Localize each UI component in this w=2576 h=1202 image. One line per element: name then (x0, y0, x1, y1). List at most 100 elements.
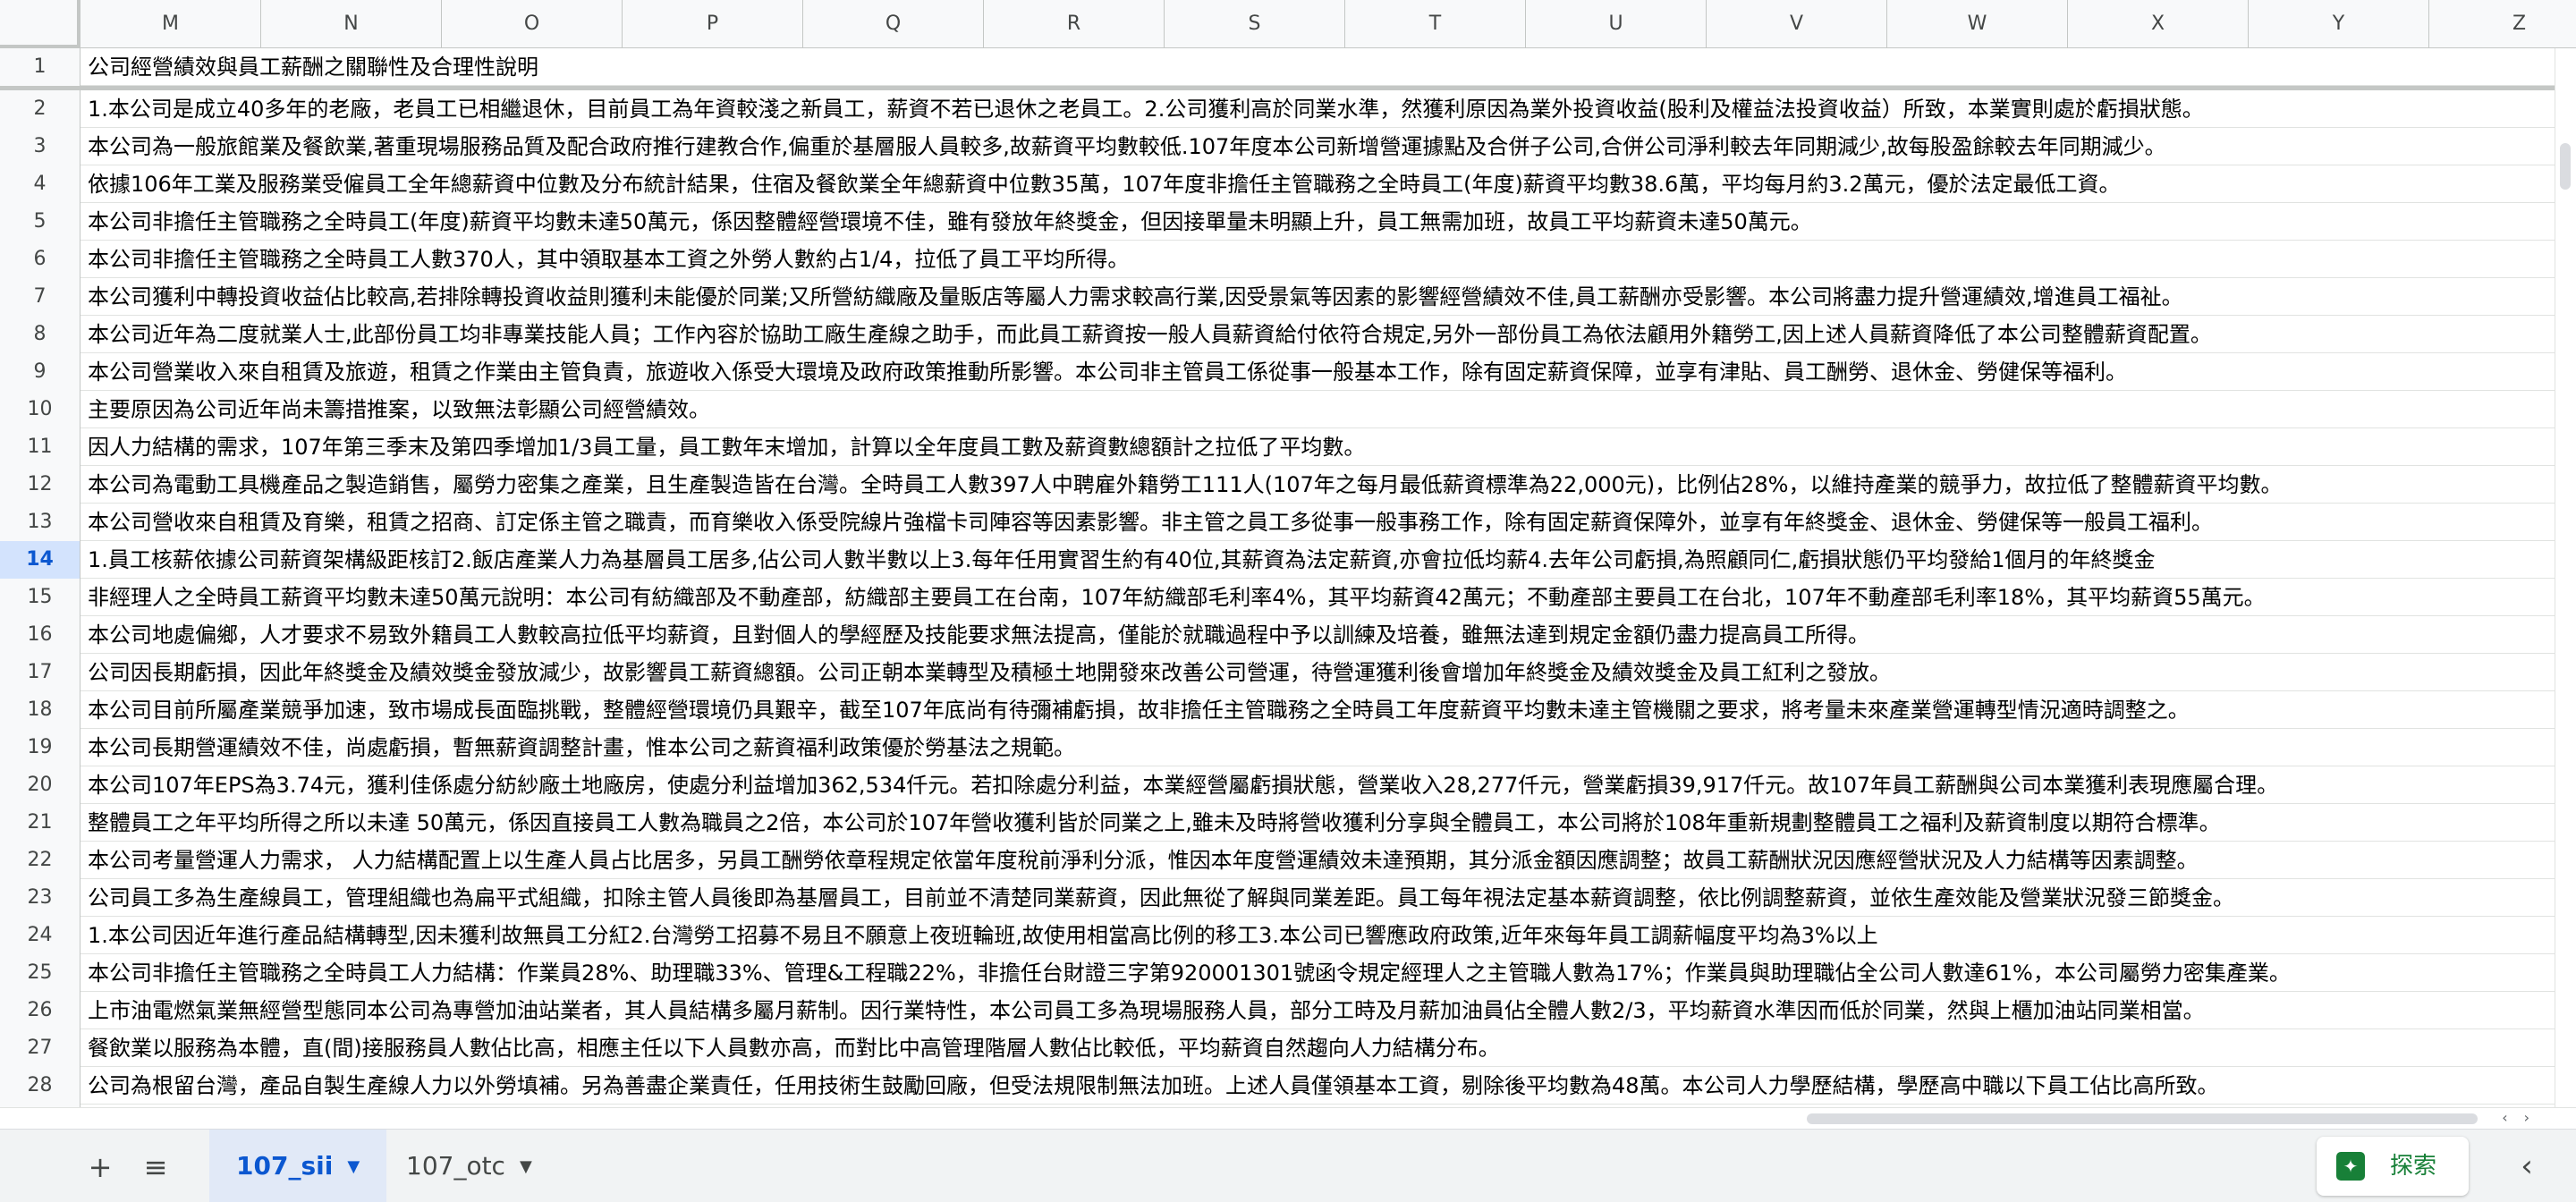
cell-m[interactable]: 本公司營業收入來自租賃及旅遊，租賃之作業由主管負責，旅遊收入係受大環境及政府政策… (88, 353, 2127, 391)
column-header-z[interactable]: Z (2429, 0, 2576, 48)
collapse-side-panel-button[interactable]: ‹ (2504, 1144, 2549, 1189)
table-row[interactable]: 6 本公司非擔任主管職務之全時員工人數370人，其中領取基本工資之外勞人數約占1/… (0, 241, 2576, 278)
vertical-scroll-thumb[interactable] (2560, 143, 2571, 190)
column-header-n[interactable]: N (261, 0, 442, 48)
table-row[interactable]: 2 1.本公司是成立40多年的老廠，老員工已相繼退休，目前員工為年資較淺之新員工，… (0, 90, 2576, 128)
cell-m[interactable]: 本公司為電動工具機產品之製造銷售，屬勞力密集之產業，且生產製造皆在台灣。全時員工… (88, 466, 2282, 504)
table-row[interactable]: 24 1.本公司因近年進行產品結構轉型,因未獲利故無員工分紅2.台灣勞工招募不易且… (0, 917, 2576, 954)
cell-m[interactable]: 上市油電燃氣業無經營型態同本公司為專營加油站業者，其人員結構多屬月薪制。因行業特… (88, 992, 2205, 1029)
table-row[interactable]: 14 1.員工核薪依據公司薪資架構級距核訂2.飯店產業人力為基層員工居多,佔公司人… (0, 541, 2576, 579)
sheet-tab-107-otc[interactable]: 107_otc ▼ (379, 1130, 559, 1202)
row-number[interactable]: 2 (0, 90, 80, 128)
table-row[interactable]: 21 整體員工之年平均所得之所以未達 50萬元，係因直接員工人數為職員之2倍，本公… (0, 804, 2576, 842)
column-header-r[interactable]: R (984, 0, 1165, 48)
row-number[interactable]: 11 (0, 428, 80, 466)
row-number[interactable]: 15 (0, 579, 80, 616)
vertical-scrollbar[interactable] (2555, 48, 2576, 1113)
horizontal-scrollbar[interactable] (0, 1107, 2576, 1129)
table-row[interactable]: 17 公司因長期虧損，因此年終獎金及績效獎金發放減少，故影響員工薪資總額。公司正朝… (0, 654, 2576, 691)
row-number[interactable]: 3 (0, 128, 80, 165)
row-number[interactable]: 16 (0, 616, 80, 654)
row-number[interactable]: 17 (0, 654, 80, 691)
table-row[interactable]: 4 依據106年工業及服務業受僱員工全年總薪資中位數及分布統計結果，住宿及餐飲業全… (0, 165, 2576, 203)
table-row[interactable]: 19 本公司長期營運績效不佳，尚處虧損，暫無薪資調整計畫，惟本公司之薪資福利政策優… (0, 729, 2576, 766)
table-row[interactable]: 15 非經理人之全時員工薪資平均數未達50萬元說明：本公司有紡織部及不動產部，紡織… (0, 579, 2576, 616)
cell-m[interactable]: 非經理人之全時員工薪資平均數未達50萬元說明：本公司有紡織部及不動產部，紡織部主… (88, 579, 2266, 616)
cell-m[interactable]: 本公司目前所屬產業競爭加速，致市場成長面臨挑戰，整體經營環境仍具艱辛，截至107… (88, 691, 2190, 729)
cell-m[interactable]: 本公司獲利中轉投資收益佔比較高,若排除轉投資收益則獲利未能優於同業;又所營紡織廠… (88, 278, 2183, 316)
row-number[interactable]: 5 (0, 203, 80, 241)
column-header-u[interactable]: U (1526, 0, 1707, 48)
cell-m[interactable]: 公司經營績效與員工薪酬之關聯性及合理性說明 (88, 48, 538, 86)
cell-m[interactable]: 本公司長期營運績效不佳，尚處虧損，暫無薪資調整計畫，惟本公司之薪資福利政策優於勞… (88, 729, 1075, 766)
table-row[interactable]: 26 上市油電燃氣業無經營型態同本公司為專營加油站業者，其人員結構多屬月薪制。因行… (0, 992, 2576, 1029)
table-row[interactable]: 18 本公司目前所屬產業競爭加速，致市場成長面臨挑戰，整體經營環境仍具艱辛，截至1… (0, 691, 2576, 729)
row-number[interactable]: 14 (0, 541, 80, 579)
cell-m[interactable]: 本公司近年為二度就業人士,此部份員工均非專業技能人員；工作內容於協助工廠生產線之… (88, 316, 2212, 353)
cell-m[interactable]: 本公司非擔任主管職務之全時員工人力結構：作業員28%、助理職33%、管理&工程職… (88, 954, 2291, 992)
table-row[interactable]: 11 因人力結構的需求，107年第三季末及第四季增加1/3員工量，員工數年末增加，… (0, 428, 2576, 466)
horizontal-scroll-thumb[interactable] (1807, 1113, 2478, 1124)
row-number[interactable]: 9 (0, 353, 80, 391)
table-row[interactable]: 28 公司為根留台灣，產品自製生產線人力以外勞填補。另為善盡企業責任，任用技術生鼓… (0, 1067, 2576, 1105)
scroll-arrows[interactable]: ‹› (2502, 1109, 2546, 1126)
scroll-left-icon[interactable]: ‹ (2502, 1109, 2523, 1126)
column-header-w[interactable]: W (1887, 0, 2068, 48)
row-number[interactable]: 13 (0, 504, 80, 541)
cell-m[interactable]: 主要原因為公司近年尚未籌措推案，以致無法彰顯公司經營績效。 (88, 391, 710, 428)
table-row[interactable]: 10 主要原因為公司近年尚未籌措推案，以致無法彰顯公司經營績效。 (0, 391, 2576, 428)
table-row[interactable]: 22 本公司考量營運人力需求， 人力結構配置上以生產人員占比居多，另員工酬勞依章程… (0, 842, 2576, 879)
spreadsheet-grid[interactable]: MNOPQRSTUVWXYZ 1 公司經營績效與員工薪酬之關聯性及合理性說明 2 1.… (0, 0, 2576, 1129)
scroll-right-icon[interactable]: › (2524, 1109, 2546, 1126)
row-number[interactable]: 27 (0, 1029, 80, 1067)
table-row[interactable]: 23 公司員工多為生產線員工，管理組織也為扁平式組織，扣除主管人員後即為基層員工，… (0, 879, 2576, 917)
cell-m[interactable]: 公司因長期虧損，因此年終獎金及績效獎金發放減少，故影響員工薪資總額。公司正朝本業… (88, 654, 1891, 691)
row-number[interactable]: 21 (0, 804, 80, 842)
cell-m[interactable]: 本公司為一般旅館業及餐飲業,著重現場服務品質及配合政府推行建教合作,偏重於基層服… (88, 128, 2166, 165)
chevron-down-icon[interactable]: ▼ (520, 1130, 532, 1202)
cell-m[interactable]: 公司為根留台灣，產品自製生產線人力以外勞填補。另為善盡企業責任，任用技術生鼓勵回… (88, 1067, 2219, 1105)
column-header-x[interactable]: X (2068, 0, 2249, 48)
row-number[interactable]: 28 (0, 1067, 80, 1105)
column-header-q[interactable]: Q (803, 0, 984, 48)
explore-button[interactable]: ✦ 探索 (2317, 1137, 2469, 1196)
cell-m[interactable]: 1.員工核薪依據公司薪資架構級距核訂2.飯店產業人力為基層員工居多,佔公司人數半… (88, 541, 2156, 579)
row-number[interactable]: 24 (0, 917, 80, 954)
table-row[interactable]: 8 本公司近年為二度就業人士,此部份員工均非專業技能人員；工作內容於協助工廠生產線… (0, 316, 2576, 353)
select-all-corner[interactable] (0, 0, 80, 48)
cell-m[interactable]: 整體員工之年平均所得之所以未達 50萬元，係因直接員工人數為職員之2倍，本公司於… (88, 804, 2221, 842)
row-number[interactable]: 6 (0, 241, 80, 278)
row-number[interactable]: 26 (0, 992, 80, 1029)
row-number[interactable]: 25 (0, 954, 80, 992)
column-header-t[interactable]: T (1345, 0, 1526, 48)
row-number[interactable]: 12 (0, 466, 80, 504)
column-header-y[interactable]: Y (2249, 0, 2429, 48)
row-number[interactable]: 7 (0, 278, 80, 316)
cell-m[interactable]: 本公司營收來自租賃及育樂，租賃之招商、訂定係主管之職責，而育樂收入係受院線片強檔… (88, 504, 2213, 541)
cell-m[interactable]: 因人力結構的需求，107年第三季末及第四季增加1/3員工量，員工數年末增加，計算… (88, 428, 1365, 466)
cell-m[interactable]: 依據106年工業及服務業受僱員工全年總薪資中位數及分布統計結果，住宿及餐飲業全年… (88, 165, 2120, 203)
table-row[interactable]: 9 本公司營業收入來自租賃及旅遊，租賃之作業由主管負責，旅遊收入係受大環境及政府政… (0, 353, 2576, 391)
column-header-o[interactable]: O (442, 0, 623, 48)
cell-m[interactable]: 本公司考量營運人力需求， 人力結構配置上以生產人員占比居多，另員工酬勞依章程規定… (88, 842, 2199, 879)
table-row[interactable]: 16 本公司地處偏鄉，人才要求不易致外籍員工人數較高拉低平均薪資，且對個人的學經歷… (0, 616, 2576, 654)
table-row[interactable]: 13 本公司營收來自租賃及育樂，租賃之招商、訂定係主管之職責，而育樂收入係受院線片… (0, 504, 2576, 541)
table-row[interactable]: 7 本公司獲利中轉投資收益佔比較高,若排除轉投資收益則獲利未能優於同業;又所營紡織… (0, 278, 2576, 316)
cell-m[interactable]: 餐飲業以服務為本體，直(間)接服務員人數佔比高，相應主任以下人員數亦高，而對比中… (88, 1029, 1500, 1067)
cell-m[interactable]: 本公司107年EPS為3.74元，獲利佳係處分紡紗廠土地廠房，使處分利益增加36… (88, 766, 2278, 804)
column-header-v[interactable]: V (1707, 0, 1887, 48)
column-header-s[interactable]: S (1165, 0, 1345, 48)
cell-m[interactable]: 1.本公司因近年進行產品結構轉型,因未獲利故無員工分紅2.台灣勞工招募不易且不願… (88, 917, 1878, 954)
row-number[interactable]: 20 (0, 766, 80, 804)
row-number[interactable]: 23 (0, 879, 80, 917)
row-number[interactable]: 22 (0, 842, 80, 879)
cell-m[interactable]: 公司員工多為生產線員工，管理組織也為扁平式組織，扣除主管人員後即為基層員工，目前… (88, 879, 2234, 917)
row-number[interactable]: 19 (0, 729, 80, 766)
cell-m[interactable]: 本公司非擔任主管職務之全時員工(年度)薪資平均數未達50萬元，係因整體經營環境不… (88, 203, 1812, 241)
cell-m[interactable]: 本公司地處偏鄉，人才要求不易致外籍員工人數較高拉低平均薪資，且對個人的學經歷及技… (88, 616, 1869, 654)
sheet-tab-107-sii[interactable]: 107_sii ▼ (209, 1130, 387, 1202)
row-number[interactable]: 8 (0, 316, 80, 353)
table-row[interactable]: 1 公司經營績效與員工薪酬之關聯性及合理性說明 (0, 48, 2576, 86)
row-number[interactable]: 18 (0, 691, 80, 729)
add-sheet-button[interactable]: + (80, 1147, 120, 1187)
